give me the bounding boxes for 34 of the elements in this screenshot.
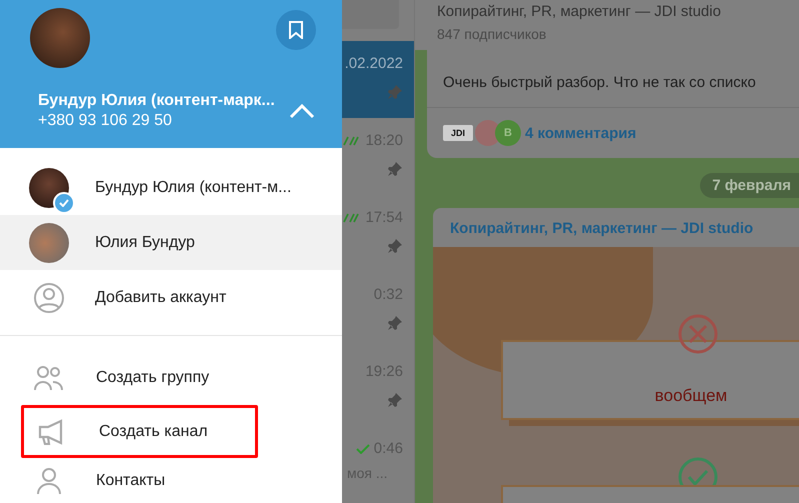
accounts-toggle[interactable]	[288, 102, 316, 120]
account-item[interactable]: Бундур Юлия (контент-м...	[0, 160, 342, 215]
menu-item[interactable]: Создать канал	[21, 405, 258, 458]
sender-name: Копирайтинг, PR, маркетинг — JDI studio	[449, 219, 754, 239]
double-check-icon	[343, 136, 362, 146]
pin-icon	[387, 392, 403, 408]
menu-item[interactable]: Контакты	[0, 458, 342, 503]
pin-icon	[387, 315, 403, 331]
date-label: 7 февраля	[700, 173, 799, 198]
card-text: вообщем	[654, 386, 728, 406]
saved-messages-button[interactable]	[276, 10, 316, 50]
profile-name: Бундур Юлия (контент-марк...	[38, 92, 275, 110]
pin-icon	[387, 84, 403, 100]
pin-icon	[387, 238, 403, 254]
people-icon	[34, 364, 64, 390]
commenter-logo: JDI	[443, 125, 473, 141]
pin-icon	[387, 161, 403, 177]
add-account-item[interactable]: Добавить аккаунт	[0, 270, 342, 325]
profile-phone: +380 93 106 29 50	[38, 112, 173, 130]
message-time: .02.2022	[344, 55, 403, 72]
double-check-icon	[343, 212, 362, 222]
menu-item[interactable]: Создать группу	[0, 350, 342, 405]
chevron-icon	[288, 102, 316, 120]
commenter-avatar: В	[495, 120, 521, 146]
bookmark-icon	[289, 21, 303, 39]
chat-list-item[interactable]: .02.2022	[342, 41, 414, 118]
search-field[interactable]	[342, 0, 399, 29]
channel-title: Копирайтинг, PR, маркетинг — JDI studio	[437, 2, 722, 20]
message-text: Очень быстрый разбор. Что не так со списко	[427, 50, 799, 108]
avatar-photo-placeholder	[29, 222, 69, 262]
account-item[interactable]: Юлия Бундур	[0, 215, 342, 270]
check-icon	[356, 444, 370, 454]
cross-circle-icon	[678, 314, 718, 354]
person-icon	[34, 468, 64, 494]
